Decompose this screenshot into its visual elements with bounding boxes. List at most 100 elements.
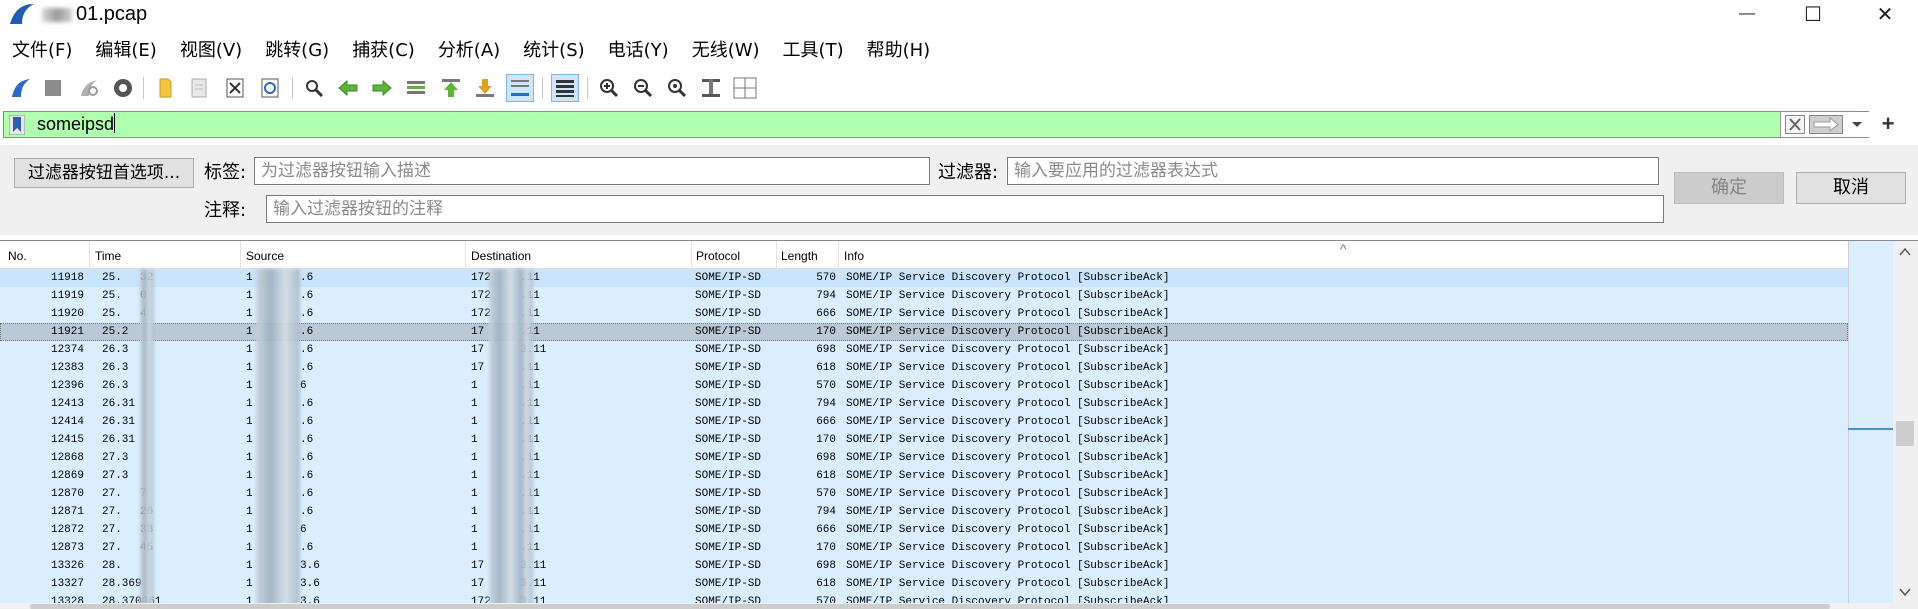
add-filter-button-icon[interactable]: + [1876, 110, 1900, 138]
clear-filter-icon[interactable] [1785, 115, 1805, 134]
packet-number: 11918 [50, 272, 84, 284]
packet-length: 618 [816, 578, 836, 590]
packet-info: SOME/IP Service Discovery Protocol [Subs… [846, 470, 1170, 482]
column-header-no[interactable]: No. [0, 241, 90, 269]
display-filter-input[interactable]: someipsd [37, 112, 116, 137]
packet-number: 12871 [50, 506, 84, 518]
packet-source-tail: .6 [300, 470, 314, 482]
apply-filter-icon[interactable] [1809, 115, 1843, 134]
packet-length: 666 [816, 416, 836, 428]
menu-tools[interactable]: 工具(T) [771, 37, 855, 65]
packet-length: 794 [816, 290, 836, 302]
comment-input[interactable]: 输入过滤器按钮的注释 [266, 195, 1664, 223]
horizontal-scroll-thumb[interactable] [30, 604, 1830, 609]
packet-source-tail: .6 [300, 434, 314, 446]
save-file-icon[interactable] [185, 74, 213, 102]
toolbar-separator [143, 77, 144, 99]
text-cursor [114, 113, 116, 133]
packet-list[interactable]: No. Time Source Destination Protocol Len… [0, 240, 1918, 609]
start-capture-icon[interactable] [7, 74, 35, 102]
packet-length: 698 [816, 344, 836, 356]
packet-protocol: SOME/IP-SD [695, 542, 762, 554]
filter-expression-input[interactable]: 输入要应用的过滤器表达式 [1007, 157, 1659, 185]
vertical-scroll-thumb[interactable] [1896, 421, 1914, 446]
find-packet-icon[interactable] [300, 74, 328, 102]
column-header-source[interactable]: Source [238, 241, 466, 269]
restart-capture-icon[interactable] [75, 74, 103, 102]
first-packet-icon[interactable] [437, 74, 465, 102]
packet-protocol: SOME/IP-SD [695, 362, 762, 374]
column-header-destination[interactable]: Destination [463, 241, 692, 269]
packet-number: 13327 [50, 578, 84, 590]
last-packet-icon[interactable] [471, 74, 499, 102]
go-to-packet-icon[interactable] [402, 74, 430, 102]
packet-info: SOME/IP Service Discovery Protocol [Subs… [846, 362, 1170, 374]
packet-info: SOME/IP Service Discovery Protocol [Subs… [846, 578, 1170, 590]
go-forward-icon[interactable] [368, 74, 396, 102]
packet-minimap[interactable] [1848, 241, 1893, 603]
window-title: 01.pcap [76, 3, 148, 25]
packet-number: 13326 [50, 560, 84, 572]
column-header-time[interactable]: Time [87, 241, 241, 269]
menu-analyze[interactable]: 分析(A) [426, 37, 511, 65]
packet-number: 12413 [50, 398, 84, 410]
packet-number: 12873 [50, 542, 84, 554]
display-filter-bar[interactable]: someipsd [3, 111, 1870, 138]
bookmark-icon[interactable] [9, 115, 25, 135]
packet-length: 698 [816, 452, 836, 464]
packet-source-tail: .6 [300, 488, 314, 500]
go-back-icon[interactable] [334, 74, 362, 102]
menu-wireless[interactable]: 无线(W) [680, 37, 771, 65]
ok-button[interactable]: 确定 [1674, 172, 1784, 204]
menu-help[interactable]: 帮助(H) [855, 37, 942, 65]
scroll-up-icon[interactable] [1899, 247, 1911, 257]
packet-protocol: SOME/IP-SD [695, 290, 762, 302]
column-header-protocol[interactable]: Protocol [688, 241, 777, 269]
packet-protocol: SOME/IP-SD [695, 578, 762, 590]
packet-number: 12396 [50, 380, 84, 392]
menu-statistics[interactable]: 统计(S) [511, 37, 595, 65]
autoscroll-icon[interactable] [506, 74, 534, 102]
zoom-out-icon[interactable] [629, 74, 657, 102]
menu-view[interactable]: 视图(V) [168, 37, 253, 65]
packet-source-tail: .6 [300, 290, 314, 302]
packet-protocol: SOME/IP-SD [695, 272, 762, 284]
packet-info: SOME/IP Service Discovery Protocol [Subs… [846, 488, 1170, 500]
packet-source-tail: 6 [300, 380, 307, 392]
scroll-down-icon[interactable] [1899, 587, 1911, 597]
packet-protocol: SOME/IP-SD [695, 560, 762, 572]
layout-panes-icon[interactable] [731, 74, 759, 102]
menu-capture[interactable]: 捕获(C) [340, 37, 426, 65]
maximize-button[interactable]: ☐ [1790, 0, 1836, 28]
filter-history-dropdown-icon[interactable] [1849, 116, 1865, 133]
label-input[interactable]: 为过滤器按钮输入描述 [254, 157, 930, 185]
close-file-icon[interactable] [221, 74, 249, 102]
reload-file-icon[interactable] [256, 74, 284, 102]
packet-info: SOME/IP Service Discovery Protocol [Subs… [846, 290, 1170, 302]
packet-info: SOME/IP Service Discovery Protocol [Subs… [846, 560, 1170, 572]
packet-length: 794 [816, 506, 836, 518]
menu-edit[interactable]: 编辑(E) [83, 37, 167, 65]
filter-button-preferences-button[interactable]: 过滤器按钮首选项... [14, 158, 194, 188]
resize-columns-icon[interactable] [697, 74, 725, 102]
open-file-icon[interactable] [151, 74, 179, 102]
packet-protocol: SOME/IP-SD [695, 344, 762, 356]
packet-number: 11920 [50, 308, 84, 320]
stop-capture-icon[interactable] [39, 74, 67, 102]
colorize-icon[interactable] [551, 74, 579, 102]
zoom-in-icon[interactable] [595, 74, 623, 102]
menu-go[interactable]: 跳转(G) [253, 37, 340, 65]
packet-length: 618 [816, 362, 836, 374]
menu-file[interactable]: 文件(F) [0, 37, 83, 65]
cancel-button[interactable]: 取消 [1796, 172, 1906, 204]
menu-bar: 文件(F) 编辑(E) 视图(V) 跳转(G) 捕获(C) 分析(A) 统计(S… [0, 37, 1918, 65]
minimize-button[interactable]: — [1724, 0, 1770, 28]
packet-number: 11921 [50, 326, 84, 338]
packet-source-tail: .6 [300, 272, 314, 284]
menu-telephony[interactable]: 电话(Y) [596, 37, 680, 65]
packet-length: 618 [816, 470, 836, 482]
close-button[interactable]: ✕ [1862, 0, 1908, 28]
column-header-length[interactable]: Length [773, 241, 839, 269]
capture-options-icon[interactable] [109, 74, 137, 102]
zoom-normal-icon[interactable] [663, 74, 691, 102]
